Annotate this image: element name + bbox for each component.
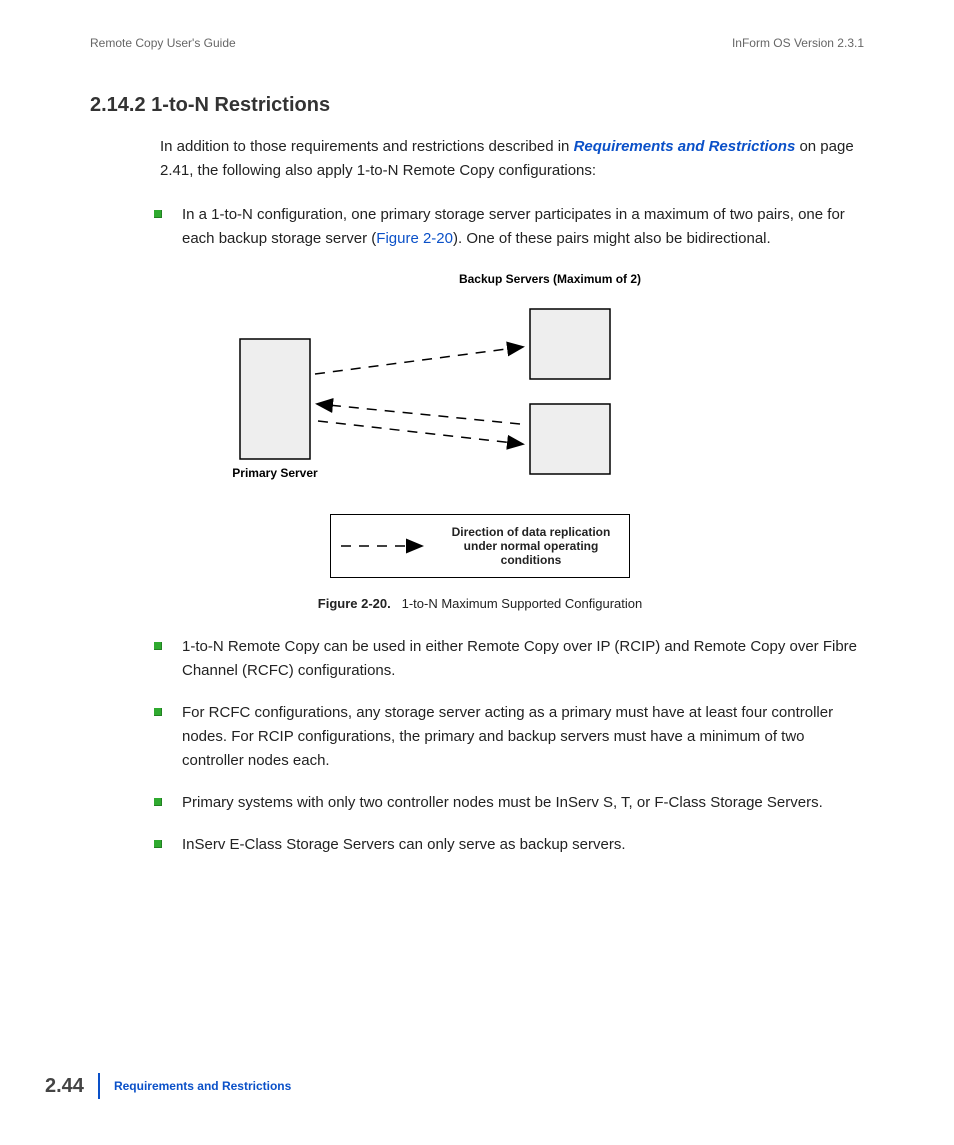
running-header: Remote Copy User's Guide InForm OS Versi… bbox=[90, 36, 864, 50]
legend-box: Direction of data replication under norm… bbox=[330, 514, 630, 578]
primary-server-box bbox=[240, 339, 310, 459]
intro-pre: In addition to those requirements and re… bbox=[160, 138, 574, 155]
primary-server-label: Primary Server bbox=[232, 466, 318, 480]
figure-label: Figure 2-20. bbox=[318, 596, 391, 611]
page: Remote Copy User's Guide InForm OS Versi… bbox=[0, 0, 954, 1145]
list-item: InServ E-Class Storage Servers can only … bbox=[150, 833, 864, 857]
figure-title: 1-to-N Maximum Supported Configuration bbox=[402, 596, 643, 611]
page-footer: 2.44 Requirements and Restrictions bbox=[45, 1073, 291, 1099]
bullet1-post: ). One of these pairs might also be bidi… bbox=[453, 230, 771, 247]
section-number: 2.14.2 bbox=[90, 94, 146, 116]
backup-server-box-1 bbox=[530, 309, 610, 379]
page-number: 2.44 bbox=[45, 1075, 84, 1098]
list-item: Primary systems with only two controller… bbox=[150, 791, 864, 815]
list-item: In a 1-to-N configuration, one primary s… bbox=[150, 203, 864, 251]
figure-ref-link[interactable]: Figure 2-20 bbox=[376, 230, 453, 247]
list-item: For RCFC configurations, any storage ser… bbox=[150, 701, 864, 773]
legend-text: Direction of data replication under norm… bbox=[441, 525, 621, 567]
arrow-from-backup-2 bbox=[318, 404, 520, 424]
backup-servers-label: Backup Servers (Maximum of 2) bbox=[459, 272, 641, 286]
backup-server-box-2 bbox=[530, 404, 610, 474]
section-title: 1-to-N Restrictions bbox=[151, 94, 330, 116]
header-right: InForm OS Version 2.3.1 bbox=[732, 36, 864, 50]
section-heading: 2.14.2 1-to-N Restrictions bbox=[90, 94, 864, 117]
header-left: Remote Copy User's Guide bbox=[90, 36, 236, 50]
requirements-link[interactable]: Requirements and Restrictions bbox=[574, 138, 796, 155]
figure-caption: Figure 2-20. 1-to-N Maximum Supported Co… bbox=[180, 596, 780, 611]
bullet-list-bottom: 1-to-N Remote Copy can be used in either… bbox=[150, 635, 864, 857]
diagram-svg: Backup Servers (Maximum of 2) Primary Se… bbox=[180, 269, 740, 489]
arrow-to-backup-1 bbox=[315, 347, 522, 374]
list-item: 1-to-N Remote Copy can be used in either… bbox=[150, 635, 864, 683]
intro-paragraph: In addition to those requirements and re… bbox=[160, 135, 864, 183]
legend-arrow-icon bbox=[339, 536, 429, 556]
arrow-to-backup-2 bbox=[318, 421, 522, 444]
footer-chapter: Requirements and Restrictions bbox=[114, 1079, 291, 1093]
bullet-list-top: In a 1-to-N configuration, one primary s… bbox=[150, 203, 864, 251]
diagram: Backup Servers (Maximum of 2) Primary Se… bbox=[180, 269, 780, 611]
footer-divider bbox=[98, 1073, 100, 1099]
